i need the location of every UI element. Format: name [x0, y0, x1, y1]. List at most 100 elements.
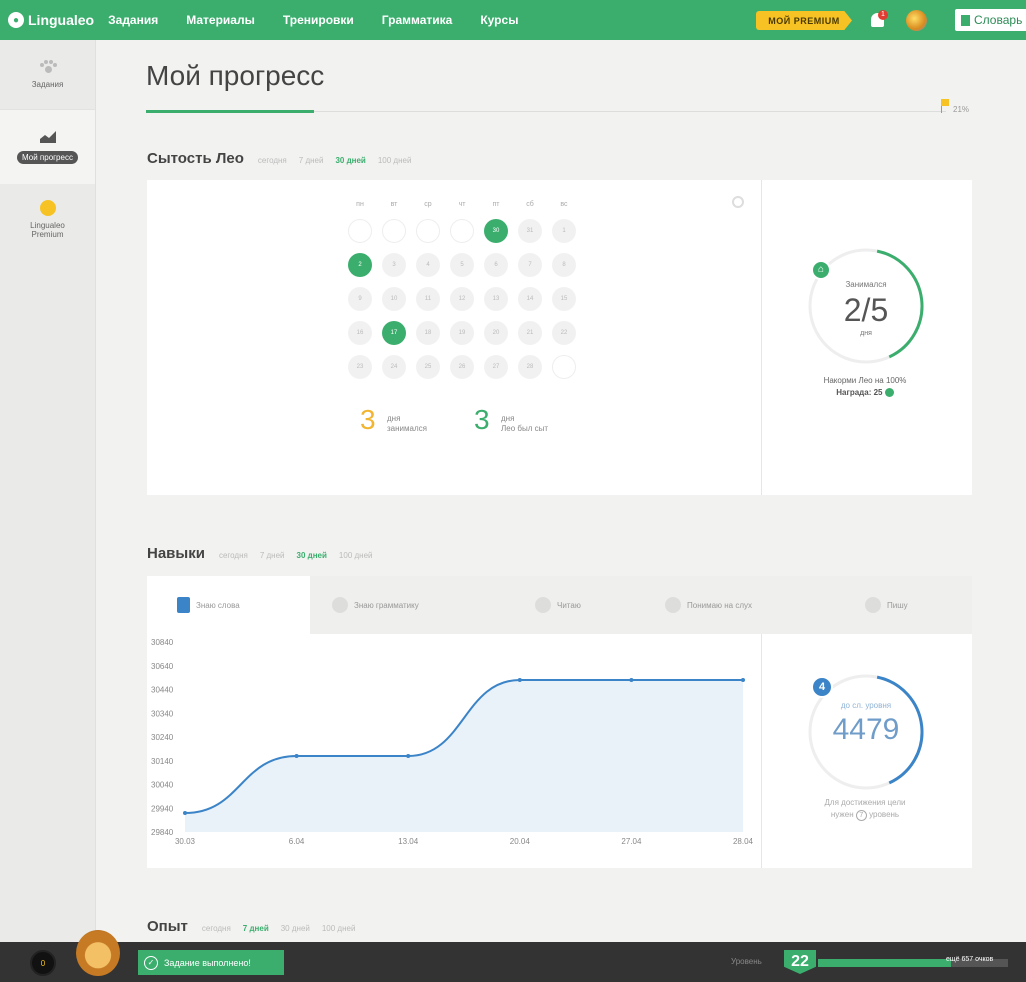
sidebar-item-tasks[interactable]: Задания [0, 40, 95, 110]
period-7-days[interactable]: 7 дней [243, 924, 269, 933]
chart-data-point [741, 678, 745, 682]
chart-area-fill [185, 680, 743, 832]
goal-progress-fill [146, 110, 314, 113]
xp-progress-fill [818, 959, 951, 967]
lingualeo-logo[interactable]: ● Lingualeo [8, 12, 94, 28]
calendar-day: 5 [450, 253, 474, 277]
lock-icon [535, 597, 551, 613]
satiety-header: Сытость Лео сегодня 7 дней 30 дней 100 д… [147, 150, 423, 167]
calendar-day: 14 [518, 287, 542, 311]
calendar-day: 30 [484, 219, 508, 243]
meatball-counter[interactable]: 0 [30, 950, 56, 976]
book-icon [177, 597, 190, 613]
y-tick-label: 30040 [151, 781, 174, 790]
calendar-day [416, 219, 440, 243]
calendar-day: 21 [518, 321, 542, 345]
x-tick-label: 20.04 [510, 837, 531, 846]
weekday-label: пт [492, 201, 500, 208]
reward-text: Награда: 25 [790, 388, 940, 398]
goal-percent: 21% [953, 105, 970, 114]
my-premium-button[interactable]: МОЙ PREMIUM [756, 11, 852, 30]
nav-item-grammar[interactable]: Грамматика [382, 13, 453, 27]
calendar-day: 13 [484, 287, 508, 311]
chart-data-point [183, 811, 187, 815]
page-title: Мой прогресс [146, 60, 325, 91]
y-tick-label: 30840 [151, 638, 174, 647]
lock-icon [865, 597, 881, 613]
dictionary-button[interactable]: Словарь [955, 9, 1026, 31]
sidebar-item-label: Мой прогресс [17, 150, 78, 164]
period-30-days[interactable]: 30 дней [297, 551, 327, 560]
tab-know-words[interactable]: Знаю слова [147, 576, 310, 634]
y-tick-label: 30440 [151, 686, 174, 695]
calendar-day: 28 [518, 355, 542, 379]
period-7-days[interactable]: 7 дней [299, 156, 324, 165]
chart-data-point [294, 754, 299, 758]
nav-item-tasks[interactable]: Задания [108, 13, 158, 27]
skills-title: Навыки [147, 545, 205, 562]
user-avatar[interactable] [906, 10, 927, 31]
settings-gear-icon[interactable] [732, 196, 744, 208]
sidebar-item-label: Задания [31, 80, 64, 89]
period-today[interactable]: сегодня [258, 156, 287, 165]
period-7-days[interactable]: 7 дней [260, 551, 285, 560]
nav-item-materials[interactable]: Материалы [186, 13, 255, 27]
leo-lion-mascot[interactable] [76, 930, 120, 976]
y-tick-label: 30640 [151, 662, 174, 671]
sidebar-item-my-progress[interactable]: Мой прогресс [0, 110, 95, 184]
ring-studied-unit: дня [860, 330, 872, 337]
days-fed-label: дня Лео был сыт [501, 414, 549, 433]
days-studied-label: дня занимался [387, 414, 427, 433]
meatball-icon [884, 388, 894, 398]
goal-flag-icon [941, 99, 949, 106]
calendar-day: 12 [450, 287, 474, 311]
calendar-day: 25 [416, 355, 440, 379]
calendar-day: 10 [382, 287, 406, 311]
weekday-label: сб [526, 201, 534, 208]
chart-data-point [517, 678, 522, 682]
calendar-day [552, 355, 576, 379]
next-level-value: 4479 [832, 713, 900, 746]
y-tick-label: 29940 [151, 804, 174, 813]
calendar-day [450, 219, 474, 243]
tab-writing[interactable]: Пишу [865, 576, 945, 634]
period-30-days[interactable]: 30 дней [335, 156, 365, 165]
crown-icon [39, 199, 56, 216]
calendar-day: 8 [552, 253, 576, 277]
tab-know-grammar[interactable]: Знаю грамматику [332, 576, 482, 634]
period-today[interactable]: сегодня [219, 551, 248, 560]
calendar-day: 2 [348, 253, 372, 277]
notification-badge: 1 [878, 10, 888, 20]
paw-icon [39, 60, 57, 74]
period-100-days[interactable]: 100 дней [339, 551, 373, 560]
task-completed-toast[interactable]: ✓ Задание выполнено! [138, 950, 284, 975]
calendar-day: 31 [518, 219, 542, 243]
tab-listening[interactable]: Понимаю на слух [665, 576, 815, 634]
calendar-day: 11 [416, 287, 440, 311]
calendar-day: 9 [348, 287, 372, 311]
weekday-label: вт [390, 201, 398, 208]
period-100-days[interactable]: 100 дней [322, 924, 356, 933]
calendar-day: 1 [552, 219, 576, 243]
tab-reading[interactable]: Читаю [535, 576, 625, 634]
calendar-day [348, 219, 372, 243]
sidebar: Задания Мой прогресс Lingualeo Premium [0, 40, 96, 942]
notifications-bell-icon[interactable]: 1 [868, 9, 888, 31]
period-100-days[interactable]: 100 дней [378, 156, 412, 165]
dictionary-label: Словарь [974, 13, 1023, 27]
experience-header: Опыт сегодня 7 дней 30 дней 100 дней [147, 918, 367, 935]
calendar-day: 15 [552, 287, 576, 311]
sidebar-item-premium[interactable]: Lingualeo Premium [0, 184, 95, 254]
period-today[interactable]: сегодня [202, 924, 231, 933]
period-30-days[interactable]: 30 дней [281, 924, 310, 933]
chart-data-point [406, 754, 411, 758]
satiety-title: Сытость Лео [147, 150, 244, 167]
calendar-day: 19 [450, 321, 474, 345]
nav-item-courses[interactable]: Курсы [480, 13, 518, 27]
calendar-day: 3 [382, 253, 406, 277]
nav-item-trainings[interactable]: Тренировки [283, 13, 354, 27]
calendar-day: 16 [348, 321, 372, 345]
dictionary-icon [961, 14, 970, 26]
main-nav: Задания Материалы Тренировки Грамматика … [108, 13, 546, 27]
weekday-label: ср [424, 201, 432, 208]
